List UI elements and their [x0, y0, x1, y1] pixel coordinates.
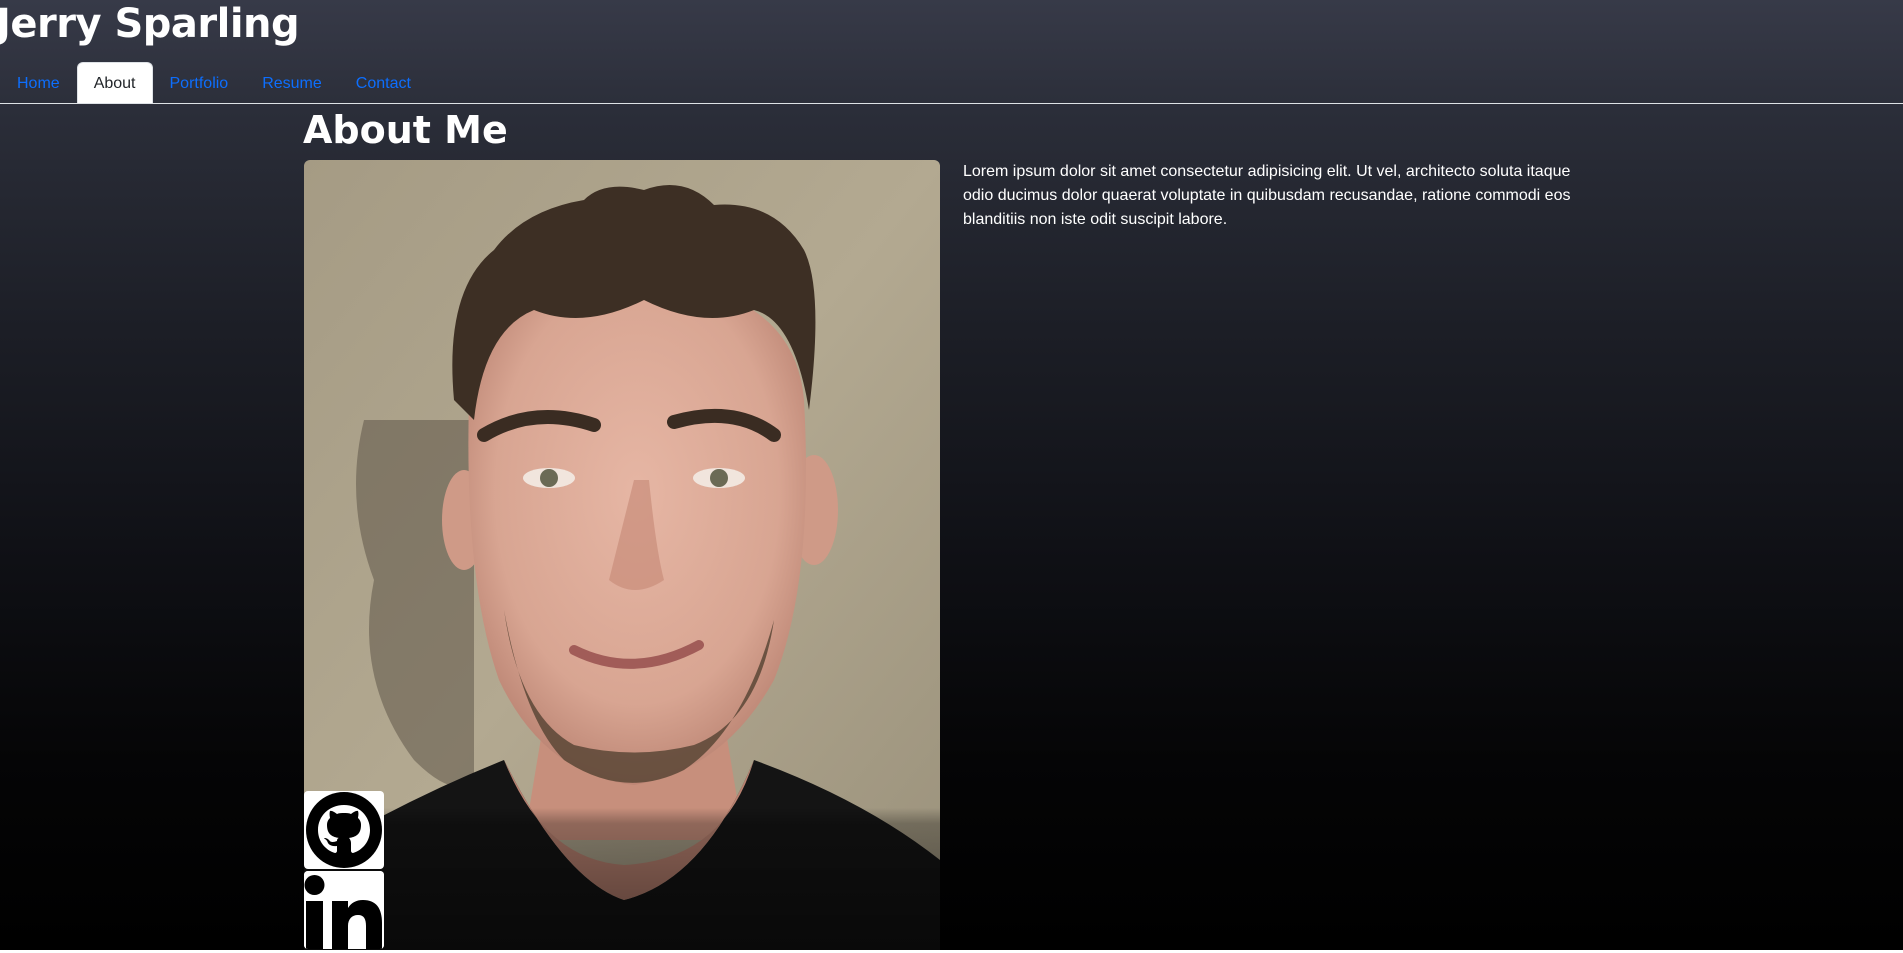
tab-portfolio[interactable]: Portfolio — [153, 62, 246, 103]
about-heading: About Me — [303, 108, 508, 152]
github-link[interactable] — [304, 791, 384, 869]
github-icon — [304, 791, 384, 869]
tab-resume[interactable]: Resume — [245, 62, 339, 103]
nav-tabs: Home About Portfolio Resume Contact — [0, 62, 1903, 104]
tab-contact[interactable]: Contact — [339, 62, 428, 103]
page-background — [0, 0, 1903, 950]
page: Jerry Sparling Home About Portfolio Resu… — [0, 0, 1903, 953]
tab-about[interactable]: About — [76, 62, 153, 103]
site-title: Jerry Sparling — [0, 1, 300, 47]
linkedin-link[interactable] — [304, 871, 384, 949]
profile-photo — [304, 160, 940, 950]
tab-home[interactable]: Home — [0, 62, 77, 103]
linkedin-icon — [304, 871, 384, 949]
bio-text: Lorem ipsum dolor sit amet consectetur a… — [963, 163, 1571, 228]
